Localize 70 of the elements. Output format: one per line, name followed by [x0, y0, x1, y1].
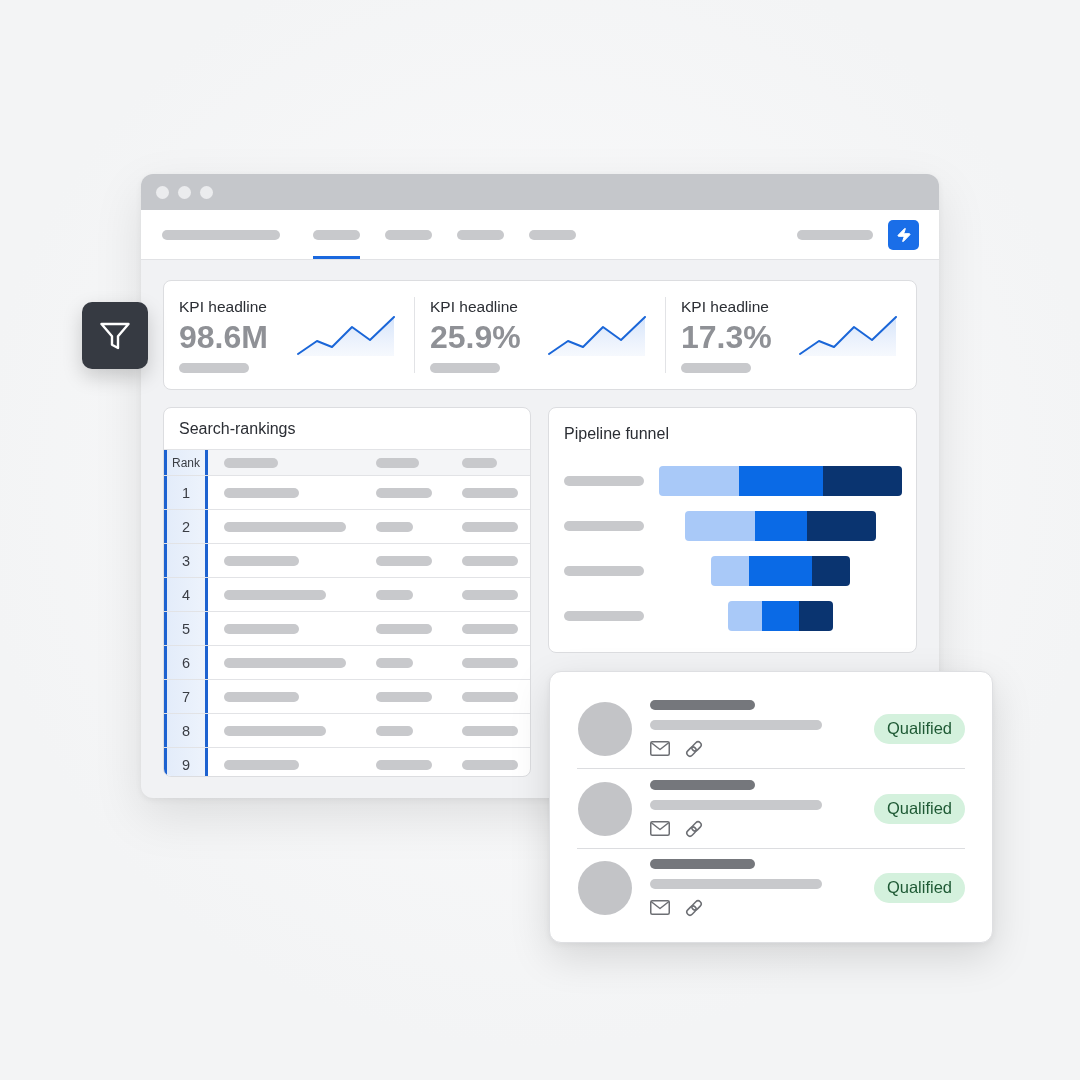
rank-cell: 3 [164, 544, 208, 577]
text-placeholder [376, 725, 413, 736]
text-placeholder [376, 759, 432, 770]
funnel-segment [727, 601, 762, 631]
window-dot-icon[interactable] [156, 185, 169, 199]
text-placeholder [430, 363, 500, 373]
funnel-segment [798, 601, 833, 631]
text-placeholder [462, 623, 518, 634]
link-icon[interactable] [685, 819, 703, 838]
window-dot-icon[interactable] [178, 185, 191, 199]
card-title: Search-rankings [179, 418, 296, 439]
avatar-placeholder [578, 701, 632, 756]
text-placeholder [313, 229, 360, 240]
lightning-button[interactable] [888, 219, 919, 250]
text-placeholder [376, 555, 432, 566]
filter-button[interactable] [82, 302, 148, 369]
mail-icon[interactable] [650, 900, 670, 916]
text-placeholder [462, 589, 518, 600]
kpi-value: 25.9% [430, 319, 522, 355]
status-badge: Qualified [873, 872, 965, 903]
status-badge: Qualified [873, 713, 965, 744]
rank-cell: 5 [164, 612, 208, 645]
kpi-value: 17.3% [681, 319, 773, 355]
kpi-label: KPI headline [681, 297, 770, 316]
text-placeholder [376, 487, 432, 498]
rank-cell: 6 [164, 646, 208, 679]
text-placeholder [376, 457, 419, 468]
funnel-segment [761, 601, 799, 631]
text-placeholder [457, 229, 504, 240]
text-placeholder [462, 555, 518, 566]
rank-cell: 8 [164, 714, 208, 747]
text-placeholder [376, 657, 413, 668]
link-icon[interactable] [685, 898, 703, 917]
rank-cell: 4 [164, 578, 208, 611]
rank-cell: 2 [164, 510, 208, 543]
kpi-value: 98.6M [179, 319, 269, 355]
rank-cell: 9 [164, 748, 208, 776]
text-placeholder [462, 691, 518, 702]
avatar-placeholder [578, 860, 632, 915]
text-placeholder [462, 725, 518, 736]
text-placeholder [385, 229, 432, 240]
text-placeholder [529, 229, 576, 240]
funnel-segment [806, 511, 876, 541]
funnel-segment [684, 511, 755, 541]
text-placeholder [681, 363, 751, 373]
text-placeholder [179, 363, 249, 373]
rank-cell: 1 [164, 476, 208, 509]
lightning-icon [895, 226, 912, 243]
text-placeholder [462, 759, 518, 770]
link-icon[interactable] [685, 739, 703, 758]
text-placeholder [376, 521, 413, 532]
kpi-label: KPI headline [430, 297, 519, 316]
kpi-label: KPI headline [179, 297, 268, 316]
avatar-placeholder [578, 781, 632, 836]
text-placeholder [376, 623, 432, 634]
text-placeholder [462, 521, 518, 532]
text-placeholder [376, 589, 413, 600]
text-placeholder [462, 657, 518, 668]
status-badge: Qualified [873, 793, 965, 824]
text-placeholder [376, 691, 432, 702]
column-header: Rank [164, 450, 208, 475]
rank-cell: 7 [164, 680, 208, 713]
text-placeholder [224, 457, 278, 468]
window-dot-icon[interactable] [200, 185, 213, 199]
funnel-segment [754, 511, 807, 541]
card-title: Pipeline funnel [564, 424, 670, 444]
mail-icon[interactable] [650, 741, 670, 757]
mail-icon[interactable] [650, 821, 670, 836]
text-placeholder [462, 457, 497, 468]
text-placeholder [462, 487, 518, 498]
